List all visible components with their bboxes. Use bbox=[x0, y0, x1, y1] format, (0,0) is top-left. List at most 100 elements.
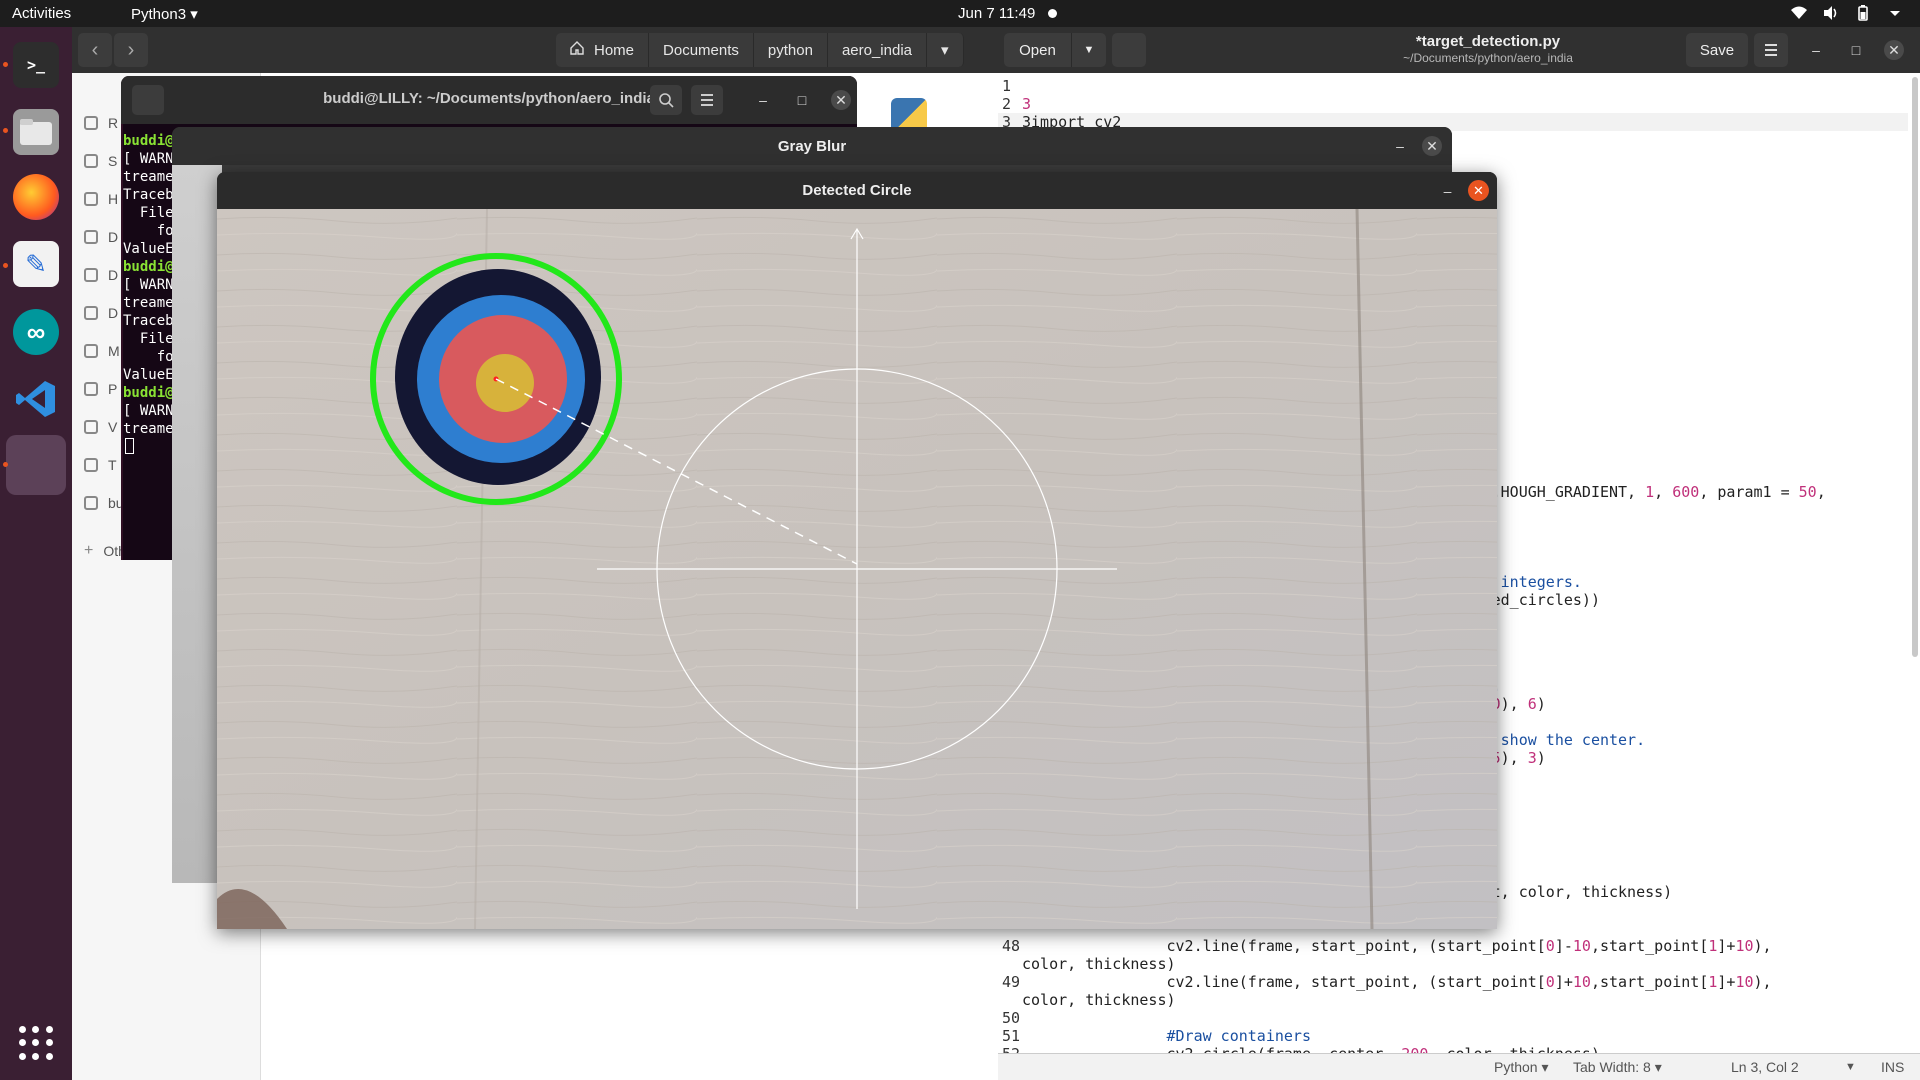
code-line[interactable]: color, thickness) bbox=[998, 955, 1176, 973]
forward-button[interactable]: › bbox=[114, 33, 148, 67]
code-token: , bbox=[1816, 483, 1826, 501]
code-token: #Draw containers bbox=[1022, 1027, 1311, 1045]
maximize-button[interactable]: □ bbox=[1846, 40, 1866, 60]
code-line[interactable]: 49 cv2.line(frame, start_point, (start_p… bbox=[998, 973, 1772, 991]
code-token: 1 bbox=[1645, 483, 1655, 501]
show-apps-grid-icon[interactable] bbox=[19, 1026, 53, 1060]
gray-blur-image bbox=[172, 165, 222, 883]
sidebar-item-home[interactable]: H bbox=[84, 187, 118, 211]
save-button[interactable]: Save bbox=[1686, 33, 1748, 67]
close-button[interactable]: ✕ bbox=[1468, 180, 1489, 201]
terminal-line: File bbox=[123, 331, 174, 347]
new-tab-button[interactable] bbox=[1112, 33, 1146, 67]
code-line[interactable]: 51 #Draw containers bbox=[998, 1027, 1311, 1045]
sidebar-item-music[interactable]: M bbox=[84, 339, 120, 363]
sidebar-item-label: M bbox=[108, 343, 120, 359]
terminal-line: treame bbox=[123, 295, 174, 311]
code-line[interactable]: 23 bbox=[998, 95, 1031, 113]
activities-button[interactable]: Activities bbox=[12, 5, 71, 22]
drive-icon bbox=[84, 496, 98, 510]
dock-files[interactable] bbox=[6, 102, 66, 162]
breadcrumb-home-label: Home bbox=[594, 41, 635, 59]
star-icon bbox=[84, 154, 98, 168]
home-icon bbox=[570, 41, 584, 59]
sidebar-item-downloads[interactable]: D bbox=[84, 301, 118, 325]
search-icon bbox=[659, 93, 674, 108]
sidebar-item-pictures[interactable]: P bbox=[84, 377, 117, 401]
maximize-button[interactable]: □ bbox=[792, 90, 812, 110]
dock-firefox[interactable] bbox=[6, 167, 66, 227]
minimize-button[interactable]: – bbox=[1390, 136, 1410, 156]
language-selector[interactable]: Python ▾ bbox=[1494, 1059, 1549, 1076]
minimize-button[interactable]: – bbox=[1437, 180, 1458, 201]
code-token: color, thickness) bbox=[1022, 955, 1176, 973]
open-button[interactable]: Open ▼ bbox=[1004, 33, 1106, 67]
breadcrumb-documents[interactable]: Documents bbox=[649, 33, 754, 67]
running-indicator bbox=[3, 462, 8, 467]
sidebar-item-label: V bbox=[108, 419, 118, 435]
code-token: 10 bbox=[1735, 937, 1754, 955]
tab-width-selector[interactable]: Tab Width: 8 ▾ bbox=[1573, 1059, 1662, 1076]
sidebar-item-desktop[interactable]: D bbox=[84, 225, 118, 249]
code-line[interactable]: color, thickness) bbox=[998, 991, 1176, 1009]
code-token: ,start_point[ bbox=[1590, 937, 1709, 955]
dock-python-app[interactable] bbox=[6, 435, 66, 495]
code-token: 50 bbox=[1798, 483, 1817, 501]
back-button[interactable]: ‹ bbox=[78, 33, 112, 67]
sidebar-item-trash[interactable]: T bbox=[84, 453, 117, 477]
terminal-icon: >_ bbox=[13, 42, 59, 88]
breadcrumb-aero-india[interactable]: aero_india bbox=[827, 33, 927, 67]
cursor-position[interactable]: Ln 3, Col 2 bbox=[1731, 1059, 1799, 1075]
terminal-menu-button[interactable] bbox=[691, 85, 723, 115]
code-token: 10 bbox=[1735, 973, 1754, 991]
code-token: 10 bbox=[1572, 937, 1591, 955]
sidebar-item-documents[interactable]: D bbox=[84, 263, 118, 287]
system-tray[interactable] bbox=[1790, 4, 1904, 22]
dock-text-editor[interactable]: ✎ bbox=[6, 234, 66, 294]
top-bar: Activities Python3 ▾ Jun 7 11:49 bbox=[0, 0, 1920, 27]
arduino-icon: ∞ bbox=[13, 309, 59, 355]
line-number: 51 bbox=[1002, 1027, 1021, 1045]
clock[interactable]: Jun 7 11:49 bbox=[958, 5, 1035, 22]
code-token: ]+ bbox=[1717, 973, 1736, 991]
chevron-down-icon[interactable]: ▼ bbox=[1072, 33, 1106, 67]
terminal-line: fo bbox=[123, 349, 174, 365]
code-token: 600 bbox=[1672, 483, 1700, 501]
close-button[interactable]: ✕ bbox=[1884, 40, 1904, 60]
minimize-button[interactable]: – bbox=[753, 90, 773, 110]
code-token: , param1 = bbox=[1699, 483, 1799, 501]
code-token: , bbox=[1654, 483, 1673, 501]
battery-icon bbox=[1854, 4, 1872, 22]
code-line[interactable]: 1 bbox=[998, 77, 1022, 95]
dock-arduino[interactable]: ∞ bbox=[6, 302, 66, 362]
document-title: *target_detection.py bbox=[1415, 33, 1561, 50]
terminal-line: Traceb bbox=[123, 313, 174, 329]
app-menu[interactable]: Python3 ▾ bbox=[131, 5, 198, 23]
document-path: ~/Documents/python/aero_india bbox=[1403, 51, 1573, 65]
sidebar-item-label: D bbox=[108, 305, 119, 321]
breadcrumb: Home Documents python aero_india ▾ bbox=[556, 33, 964, 67]
code-line[interactable]: 48 cv2.line(frame, start_point, (start_p… bbox=[998, 937, 1772, 955]
scrollbar[interactable] bbox=[1912, 77, 1918, 657]
terminal-title: buddi@LILLY: ~/Documents/python/aero_ind… bbox=[323, 90, 655, 107]
document-icon bbox=[84, 268, 98, 282]
dock-terminal[interactable]: >_ bbox=[6, 35, 66, 95]
terminal-line: buddi@ bbox=[123, 259, 174, 275]
breadcrumb-dropdown[interactable]: ▾ bbox=[927, 33, 964, 67]
open-button-label[interactable]: Open bbox=[1004, 33, 1072, 67]
chevron-down-icon[interactable]: ▼ bbox=[1845, 1061, 1856, 1073]
close-button[interactable]: ✕ bbox=[831, 90, 851, 110]
breadcrumb-python[interactable]: python bbox=[753, 33, 828, 67]
hamburger-menu-button[interactable] bbox=[1754, 33, 1788, 67]
sidebar-item-recent[interactable]: R bbox=[84, 111, 118, 135]
sidebar-item-starred[interactable]: S bbox=[84, 149, 117, 173]
code-token: 3 bbox=[1527, 749, 1537, 767]
close-button[interactable]: ✕ bbox=[1422, 136, 1442, 156]
search-button[interactable] bbox=[650, 85, 682, 115]
minimize-button[interactable]: – bbox=[1806, 40, 1826, 60]
dock-vscode[interactable] bbox=[6, 369, 66, 429]
code-line[interactable]: 50 bbox=[998, 1009, 1022, 1027]
detected-circle-window: Detected Circle – ✕ bbox=[217, 172, 1497, 929]
breadcrumb-home[interactable]: Home bbox=[556, 33, 650, 67]
sidebar-item-videos[interactable]: V bbox=[84, 415, 117, 439]
